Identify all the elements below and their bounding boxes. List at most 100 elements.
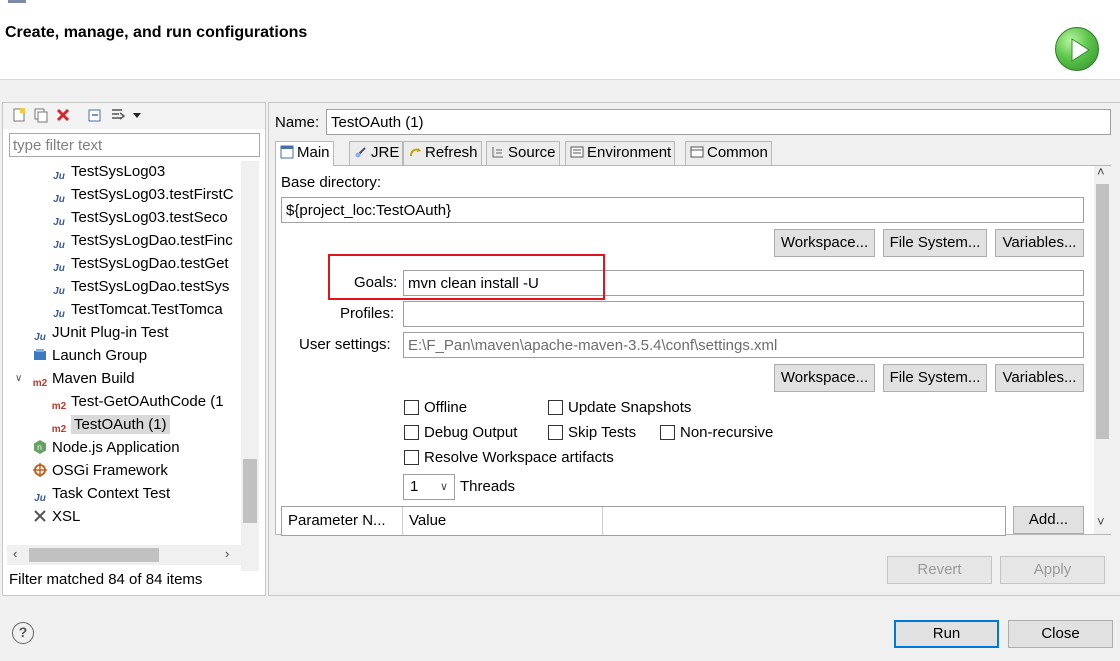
common-icon xyxy=(690,144,704,158)
delete-icon[interactable] xyxy=(55,107,71,123)
junit-icon: Ju xyxy=(53,217,65,228)
name-field[interactable] xyxy=(326,109,1111,135)
tab-environment[interactable]: Environment xyxy=(565,141,676,165)
add-parameter-button[interactable]: Add... xyxy=(1013,506,1084,534)
main-tab-scrollbar[interactable]: ˄ ˅ xyxy=(1094,164,1111,534)
tree-item[interactable]: Ju TestTomcat.TestTomca xyxy=(51,299,223,321)
jre-icon xyxy=(354,144,368,158)
xsl-icon xyxy=(32,508,48,524)
nodejs-icon: n xyxy=(32,439,48,455)
tree-item[interactable]: Ju TestSysLog03.testSeco xyxy=(51,207,228,229)
debug-output-checkbox[interactable] xyxy=(404,425,419,440)
junit-plugin-icon: Ju xyxy=(34,332,46,343)
dialog-header: Create, manage, and run configurations xyxy=(0,0,1120,80)
tree-horizontal-scrollbar[interactable]: ‹ › xyxy=(7,545,241,565)
run-button[interactable]: Run xyxy=(894,620,999,648)
scroll-right-icon[interactable]: › xyxy=(225,546,229,561)
user-settings-field[interactable] xyxy=(403,332,1084,358)
base-dir-variables-button[interactable]: Variables... xyxy=(995,229,1084,257)
osgi-icon xyxy=(32,462,48,478)
filter-input[interactable] xyxy=(9,133,260,157)
filter-status: Filter matched 84 of 84 items xyxy=(9,571,203,588)
close-button[interactable]: Close xyxy=(1008,620,1113,648)
tree-item[interactable]: Ju Task Context Test xyxy=(32,483,170,505)
junit-icon: Ju xyxy=(53,240,65,251)
source-icon xyxy=(491,144,505,158)
scrollbar-thumb[interactable] xyxy=(243,459,257,523)
tree-item[interactable]: Ju TestSysLogDao.testSys xyxy=(51,276,229,298)
tree-item[interactable]: Launch Group xyxy=(32,345,147,367)
revert-button[interactable]: Revert xyxy=(887,556,992,584)
filter-icon[interactable] xyxy=(110,107,126,123)
configurations-tree: Ju TestSysLog03 Ju TestSysLog03.testFirstC… xyxy=(3,161,239,539)
parameter-name-header[interactable]: Parameter N... xyxy=(282,507,403,535)
debug-output-label: Debug Output xyxy=(424,424,518,441)
help-icon[interactable]: ? xyxy=(12,622,34,644)
settings-variables-button[interactable]: Variables... xyxy=(995,364,1084,392)
tree-item[interactable]: Ju TestSysLog03 xyxy=(51,161,165,183)
junit-icon: Ju xyxy=(53,309,65,320)
launch-group-icon xyxy=(32,347,48,363)
profiles-field[interactable] xyxy=(403,301,1084,327)
svg-text:n: n xyxy=(37,443,42,452)
refresh-icon xyxy=(408,144,422,158)
update-snapshots-label: Update Snapshots xyxy=(568,399,692,416)
tree-item[interactable]: Ju TestSysLogDao.testFinc xyxy=(51,230,233,252)
tab-common[interactable]: Common xyxy=(685,141,772,165)
base-dir-file-system-button[interactable]: File System... xyxy=(883,229,987,257)
maven-icon: m2 xyxy=(51,401,67,412)
run-play-icon xyxy=(1055,27,1099,71)
tree-item[interactable]: OSGi Framework xyxy=(32,460,168,482)
profiles-label: Profiles: xyxy=(340,305,395,322)
non-recursive-checkbox[interactable] xyxy=(660,425,675,440)
tab-jre[interactable]: JRE xyxy=(349,141,404,165)
base-dir-workspace-button[interactable]: Workspace... xyxy=(774,229,875,257)
scroll-down-icon[interactable]: ˅ xyxy=(1097,514,1105,529)
tree-item[interactable]: n Node.js Application xyxy=(32,437,180,459)
skip-tests-label: Skip Tests xyxy=(568,424,637,441)
duplicate-icon[interactable] xyxy=(33,107,49,123)
dropdown-arrow-icon[interactable] xyxy=(131,107,147,123)
collapse-all-icon[interactable] xyxy=(87,107,103,123)
tree-item[interactable]: m2 Maven Build xyxy=(32,368,135,390)
scroll-up-icon[interactable]: ˄ xyxy=(1097,164,1105,179)
chevron-down-icon: ∨ xyxy=(439,481,448,493)
update-snapshots-checkbox[interactable] xyxy=(548,400,563,415)
resolve-workspace-checkbox[interactable] xyxy=(404,450,419,465)
main-tab-content: Base directory: Workspace... File System… xyxy=(275,164,1111,536)
chevron-down-icon[interactable]: ∨ xyxy=(15,368,25,390)
tree-item[interactable]: m2 Test-GetOAuthCode (1 xyxy=(51,391,224,413)
tab-main[interactable]: Main xyxy=(275,141,334,166)
tree-item-selected[interactable]: m2 TestOAuth (1) xyxy=(51,414,170,436)
scrollbar-thumb[interactable] xyxy=(29,548,159,562)
base-directory-label: Base directory: xyxy=(281,174,382,191)
threads-select[interactable]: 1 ∨ xyxy=(403,474,455,500)
settings-workspace-button[interactable]: Workspace... xyxy=(774,364,875,392)
tree-vertical-scrollbar[interactable] xyxy=(241,161,259,571)
tab-refresh[interactable]: Refresh xyxy=(403,141,482,165)
scroll-left-icon[interactable]: ‹ xyxy=(13,546,17,561)
junit-icon: Ju xyxy=(34,493,46,504)
non-recursive-label: Non-recursive xyxy=(680,424,774,441)
tree-item[interactable]: Ju TestSysLog03.testFirstC xyxy=(51,184,233,206)
scrollbar-thumb[interactable] xyxy=(1096,184,1109,439)
settings-file-system-button[interactable]: File System... xyxy=(883,364,987,392)
skip-tests-checkbox[interactable] xyxy=(548,425,563,440)
parameters-table: Parameter N... Value xyxy=(281,506,1006,536)
tab-source[interactable]: Source xyxy=(486,141,560,165)
maven-icon: m2 xyxy=(32,378,48,389)
name-label: Name: xyxy=(275,114,320,131)
threads-label: Threads xyxy=(460,478,516,495)
maven-icon: m2 xyxy=(51,424,67,435)
junit-icon: Ju xyxy=(53,171,65,182)
apply-button[interactable]: Apply xyxy=(1000,556,1105,584)
parameter-value-header[interactable]: Value xyxy=(403,507,603,535)
tree-item[interactable]: Ju TestSysLogDao.testGet xyxy=(51,253,228,275)
new-config-icon[interactable] xyxy=(11,107,27,123)
window-icon xyxy=(8,0,26,3)
tree-item[interactable]: Ju JUnit Plug-in Test xyxy=(32,322,168,344)
goals-field[interactable] xyxy=(403,270,1084,296)
tree-item[interactable]: XSL xyxy=(32,506,80,528)
offline-checkbox[interactable] xyxy=(404,400,419,415)
base-directory-field[interactable] xyxy=(281,197,1084,223)
